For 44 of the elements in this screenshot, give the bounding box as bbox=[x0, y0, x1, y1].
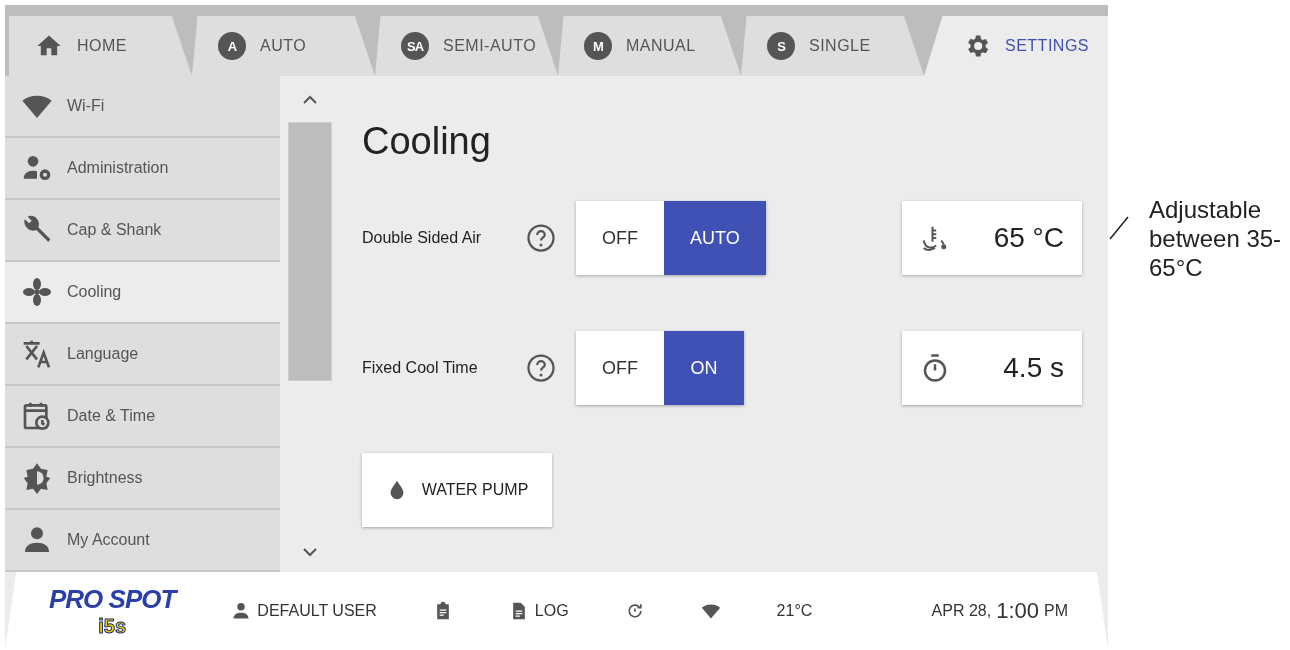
toggle-option[interactable]: AUTO bbox=[664, 201, 766, 276]
mode-badge: A bbox=[218, 32, 246, 61]
tab[interactable]: A AUTO bbox=[192, 16, 375, 77]
help-icon[interactable] bbox=[526, 353, 556, 384]
toggle-option[interactable]: OFF bbox=[576, 201, 664, 276]
logo-text: PRO SPOT bbox=[49, 584, 176, 616]
setting-label: Double Sided Air bbox=[362, 229, 483, 248]
page-title: Cooling bbox=[362, 120, 492, 164]
value-field[interactable]: 4.5 s bbox=[902, 331, 1082, 406]
sidebar-item[interactable]: Date & Time bbox=[5, 386, 280, 449]
tab[interactable]: S SINGLE bbox=[741, 16, 924, 77]
setting-label: Fixed Cool Time bbox=[362, 359, 479, 378]
brightness-icon bbox=[21, 462, 53, 495]
temperature-reading: 21°C bbox=[776, 602, 813, 621]
tab[interactable]: SETTINGS bbox=[924, 16, 1108, 77]
toggle-option[interactable]: OFF bbox=[576, 331, 664, 406]
tab[interactable]: SA SEMI-AUTO bbox=[375, 16, 558, 77]
time-period: PM bbox=[1044, 602, 1068, 621]
mode-badge: M bbox=[584, 32, 612, 61]
time-text: 1:00 bbox=[996, 598, 1039, 625]
mode-badge: S bbox=[767, 32, 795, 61]
sidebar-item[interactable]: Cap & Shank bbox=[5, 200, 280, 263]
sidebar-item[interactable]: Brightness bbox=[5, 448, 280, 511]
calendar-clock-icon bbox=[21, 400, 53, 433]
translate-icon bbox=[21, 338, 53, 371]
help-icon[interactable] bbox=[526, 223, 556, 254]
date-text: APR 28, bbox=[931, 602, 992, 621]
value-field[interactable]: 65 °C bbox=[902, 201, 1082, 276]
log-link[interactable]: LOG bbox=[534, 602, 569, 621]
fan-icon bbox=[21, 276, 53, 309]
user-name: DEFAULT USER bbox=[257, 602, 377, 621]
water-pump-button[interactable]: WATER PUMP bbox=[362, 453, 552, 528]
tab[interactable]: M MANUAL bbox=[558, 16, 741, 77]
mode-badge: SA bbox=[401, 32, 429, 61]
leader-line bbox=[1109, 216, 1129, 240]
sidebar-item[interactable]: My Account bbox=[5, 510, 280, 573]
sidebar-item[interactable]: Administration bbox=[5, 138, 280, 201]
sidebar-item[interactable]: Language bbox=[5, 324, 280, 387]
tab[interactable]: HOME bbox=[9, 16, 192, 77]
model-logo: i5s bbox=[98, 615, 127, 639]
annotation-text: Adjustable between 35-65°C bbox=[1149, 196, 1283, 283]
sidebar-item[interactable]: Wi-Fi bbox=[5, 76, 280, 139]
scrollbar-thumb[interactable] bbox=[288, 122, 332, 382]
toggle-option[interactable]: ON bbox=[664, 331, 744, 406]
